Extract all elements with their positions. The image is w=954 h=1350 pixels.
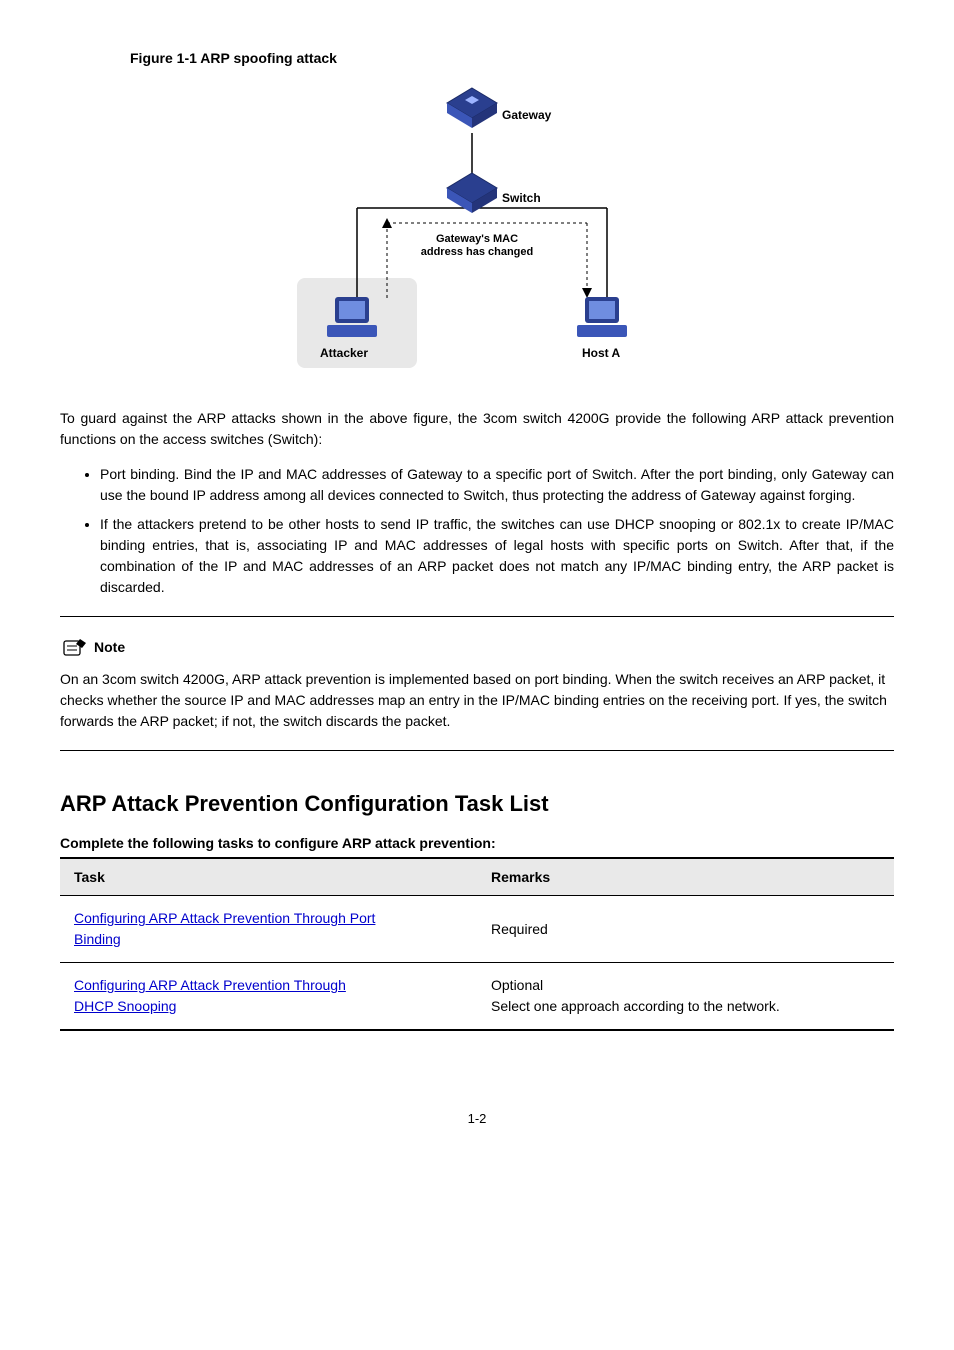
remarks-optional: Optional xyxy=(491,977,543,993)
gateway-label: Gateway xyxy=(502,108,551,122)
task-cell: Configuring ARP Attack Prevention Throug… xyxy=(60,896,477,963)
col-task: Task xyxy=(60,858,477,896)
switch-label: Switch xyxy=(502,191,541,205)
intro-paragraph: To guard against the ARP attacks shown i… xyxy=(60,408,894,450)
link-port-binding-a[interactable]: Configuring ARP Attack Prevention Throug… xyxy=(74,910,375,926)
note-heading: Note xyxy=(94,639,125,655)
page-container: Figure 1-1 ARP spoofing attack xyxy=(0,0,954,1166)
figure-caption: Figure 1-1 ARP spoofing attack xyxy=(130,50,894,66)
bullet-port-binding: Port binding. Bind the IP and MAC addres… xyxy=(100,464,894,506)
note-block: Note On an 3com switch 4200G, ARP attack… xyxy=(60,635,894,732)
note-header: Note xyxy=(60,635,894,659)
diagram-svg xyxy=(297,78,657,378)
note-icon xyxy=(60,635,88,659)
table-header-row: Task Remarks xyxy=(60,858,894,896)
attacker-label: Attacker xyxy=(320,346,368,360)
page-number: 1-2 xyxy=(60,1111,894,1126)
note-divider-top xyxy=(60,616,894,617)
task-cell: Configuring ARP Attack Prevention Throug… xyxy=(60,963,477,1031)
network-diagram: Gateway Switch Attacker Host A Gateway's… xyxy=(297,78,657,378)
link-dhcp-snooping-a[interactable]: Configuring ARP Attack Prevention Throug… xyxy=(74,977,346,993)
feature-list: Port binding. Bind the IP and MAC addres… xyxy=(60,464,894,598)
remarks-cell: Required xyxy=(477,896,894,963)
bullet-dhcp-8021x: If the attackers pretend to be other hos… xyxy=(100,514,894,598)
remarks-select: Select one approach according to the net… xyxy=(491,998,780,1014)
spoof-msg-line2: address has changed xyxy=(421,246,534,258)
note-text: On an 3com switch 4200G, ARP attack prev… xyxy=(60,669,894,732)
table-row: Configuring ARP Attack Prevention Throug… xyxy=(60,963,894,1031)
note-divider-bottom xyxy=(60,750,894,751)
link-dhcp-snooping-b[interactable]: DHCP Snooping xyxy=(74,998,176,1014)
spoof-msg-line1: Gateway's MAC xyxy=(436,233,518,245)
spoof-message: Gateway's MAC address has changed xyxy=(407,233,547,259)
section-heading: ARP Attack Prevention Configuration Task… xyxy=(60,791,894,817)
table-row: Configuring ARP Attack Prevention Throug… xyxy=(60,896,894,963)
table-caption: Complete the following tasks to configur… xyxy=(60,835,894,851)
hosta-label: Host A xyxy=(582,346,620,360)
task-table: Task Remarks Configuring ARP Attack Prev… xyxy=(60,857,894,1031)
col-remarks: Remarks xyxy=(477,858,894,896)
link-port-binding-b[interactable]: Binding xyxy=(74,931,121,947)
remarks-cell: Optional Select one approach according t… xyxy=(477,963,894,1031)
